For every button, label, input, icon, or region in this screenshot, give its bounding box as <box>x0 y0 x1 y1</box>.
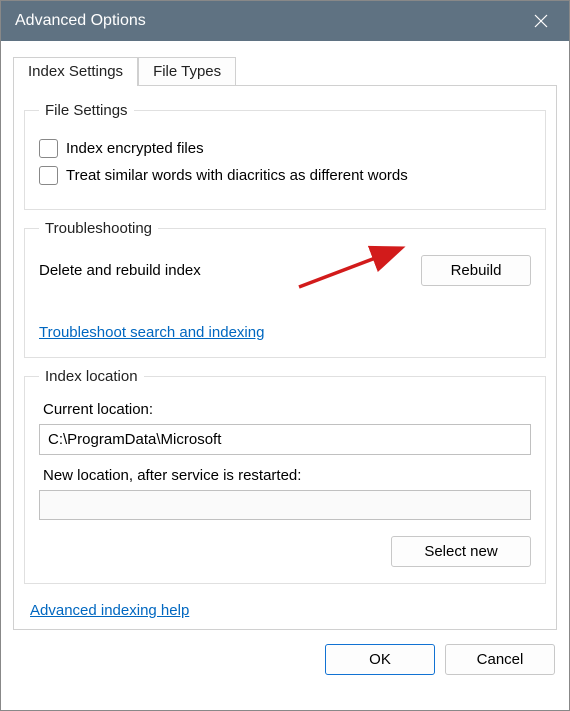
index-encrypted-row: Index encrypted files <box>39 139 531 158</box>
troubleshooting-legend: Troubleshooting <box>39 220 158 237</box>
treat-diacritics-row: Treat similar words with diacritics as d… <box>39 166 531 185</box>
ok-button[interactable]: OK <box>325 644 435 675</box>
index-location-group: Index location Current location: C:\Prog… <box>24 368 546 584</box>
advanced-indexing-help-link[interactable]: Advanced indexing help <box>30 602 189 619</box>
titlebar: Advanced Options <box>1 1 569 41</box>
dialog-button-row: OK Cancel <box>13 644 557 675</box>
rebuild-button[interactable]: Rebuild <box>421 255 531 286</box>
index-encrypted-checkbox[interactable] <box>39 139 58 158</box>
close-icon <box>533 13 549 29</box>
index-encrypted-label: Index encrypted files <box>66 140 204 157</box>
index-location-legend: Index location <box>39 368 144 385</box>
troubleshoot-search-link[interactable]: Troubleshoot search and indexing <box>39 324 264 341</box>
tab-file-types[interactable]: File Types <box>138 57 236 86</box>
tab-strip: Index Settings File Types <box>13 57 557 86</box>
dialog-content: Index Settings File Types File Settings … <box>1 41 569 685</box>
new-location-label: New location, after service is restarted… <box>43 467 531 484</box>
close-button[interactable] <box>527 7 555 35</box>
new-location-value <box>39 490 531 520</box>
window-title: Advanced Options <box>15 12 146 30</box>
tab-panel-index-settings: File Settings Index encrypted files Trea… <box>13 85 557 630</box>
file-settings-legend: File Settings <box>39 102 134 119</box>
delete-rebuild-label: Delete and rebuild index <box>39 262 201 279</box>
treat-diacritics-label: Treat similar words with diacritics as d… <box>66 167 408 184</box>
file-settings-group: File Settings Index encrypted files Trea… <box>24 102 546 210</box>
delete-rebuild-row: Delete and rebuild index Rebuild <box>39 255 531 286</box>
treat-diacritics-checkbox[interactable] <box>39 166 58 185</box>
cancel-button[interactable]: Cancel <box>445 644 555 675</box>
tab-index-settings[interactable]: Index Settings <box>13 57 138 86</box>
current-location-value: C:\ProgramData\Microsoft <box>39 424 531 455</box>
current-location-label: Current location: <box>43 401 531 418</box>
troubleshooting-group: Troubleshooting Delete and rebuild index… <box>24 220 546 358</box>
select-new-button[interactable]: Select new <box>391 536 531 567</box>
